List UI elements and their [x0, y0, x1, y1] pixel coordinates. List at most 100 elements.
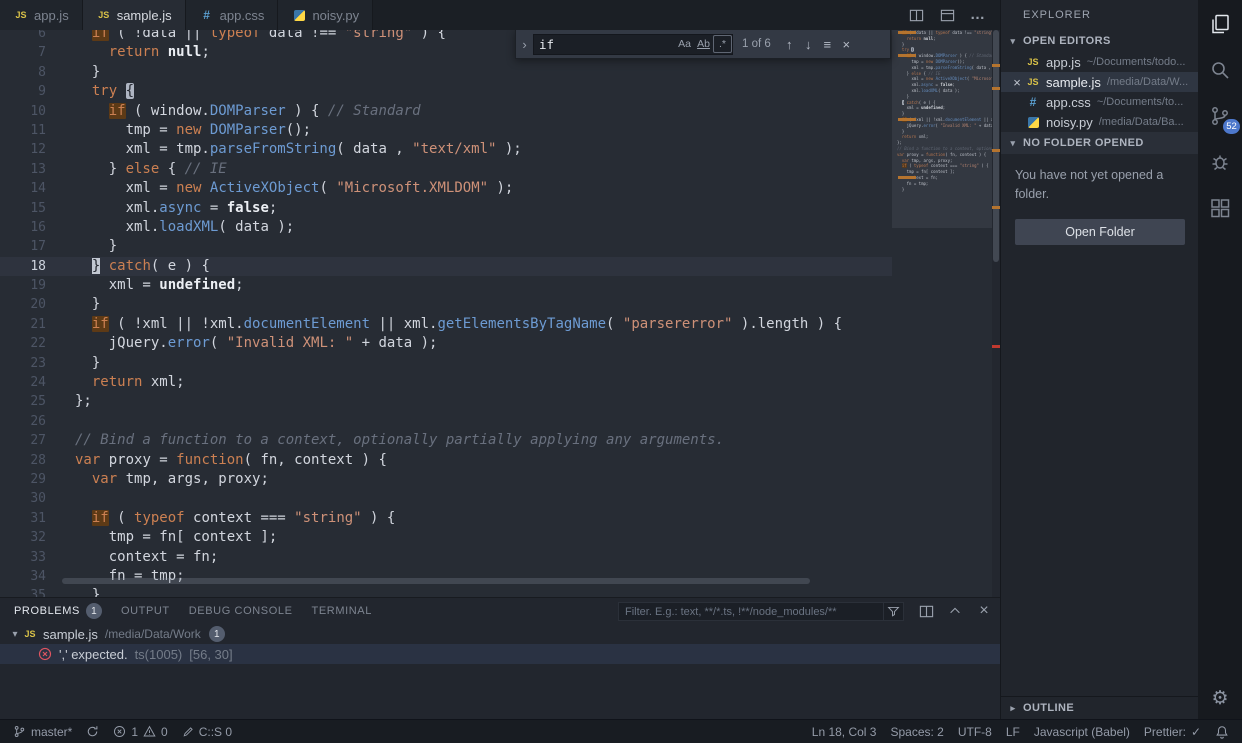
- line-number[interactable]: 27: [0, 431, 62, 450]
- code-line-24[interactable]: 24 return xml;: [0, 373, 892, 392]
- find-input[interactable]: [534, 36, 675, 52]
- horizontal-scrollbar[interactable]: [62, 578, 810, 584]
- code-line-35[interactable]: 35 }: [0, 586, 892, 597]
- open-editor-noisy.py[interactable]: noisy.py/media/Data/Ba...: [1001, 112, 1198, 132]
- tab-app.css[interactable]: # app.css: [185, 0, 279, 30]
- code-line-9[interactable]: 9 try {: [0, 82, 892, 101]
- open-editor-sample.js[interactable]: × JS sample.js/media/Data/W...: [1001, 72, 1198, 92]
- prettier-status[interactable]: Prettier: ✓: [1137, 725, 1208, 739]
- outline-header[interactable]: ▸ OUTLINE: [1001, 697, 1198, 719]
- line-number[interactable]: 21: [0, 315, 62, 334]
- code-line-18[interactable]: 18 } catch( e ) {: [0, 256, 892, 277]
- line-number[interactable]: 28: [0, 451, 62, 470]
- code-line-20[interactable]: 20 }: [0, 295, 892, 314]
- indentation[interactable]: Spaces: 2: [883, 725, 950, 739]
- code-line-27[interactable]: 27// Bind a function to a context, optio…: [0, 431, 892, 450]
- debug-icon[interactable]: [1208, 150, 1232, 174]
- panel-tab-problems[interactable]: PROBLEMS 1: [14, 598, 102, 624]
- line-number[interactable]: 31: [0, 509, 62, 528]
- split-panel-icon[interactable]: [918, 603, 934, 619]
- minimap[interactable]: if ( !data || typeof data !== "string" )…: [892, 30, 992, 597]
- toggle-replace-icon[interactable]: ›: [516, 37, 533, 52]
- line-number[interactable]: 29: [0, 470, 62, 489]
- line-number[interactable]: 34: [0, 567, 62, 586]
- sync-status[interactable]: [79, 720, 106, 743]
- line-number[interactable]: 12: [0, 140, 62, 159]
- line-number[interactable]: 25: [0, 392, 62, 411]
- panel-tab-debug-console[interactable]: DEBUG CONSOLE: [189, 598, 293, 624]
- line-number[interactable]: 8: [0, 63, 62, 82]
- edit-status[interactable]: C::S 0: [175, 720, 239, 743]
- open-editor-app.js[interactable]: JS app.js ~/Documents/todo...: [1001, 52, 1198, 72]
- line-number[interactable]: 17: [0, 237, 62, 256]
- line-number[interactable]: 26: [0, 412, 62, 431]
- line-number[interactable]: 6: [0, 30, 62, 43]
- line-number[interactable]: 11: [0, 121, 62, 140]
- code-line-19[interactable]: 19 xml = undefined;: [0, 276, 892, 295]
- problems-status[interactable]: 1 0: [106, 720, 174, 743]
- regex-icon[interactable]: .*: [713, 35, 732, 53]
- filter-icon[interactable]: [883, 603, 903, 620]
- search-icon[interactable]: [1208, 58, 1232, 82]
- code-line-32[interactable]: 32 tmp = fn[ context ];: [0, 528, 892, 547]
- panel-tab-terminal[interactable]: TERMINAL: [312, 598, 372, 624]
- code-line-23[interactable]: 23 }: [0, 354, 892, 373]
- code-line-31[interactable]: 31 if ( typeof context === "string" ) {: [0, 509, 892, 528]
- line-number[interactable]: 15: [0, 199, 62, 218]
- code-editor[interactable]: 6 if ( !data || typeof data !== "string"…: [0, 30, 1000, 597]
- problems-file-row[interactable]: ▾ JS sample.js/media/Data/Work 1: [0, 624, 1000, 644]
- whole-word-icon[interactable]: Ab: [694, 35, 713, 53]
- line-number[interactable]: 13: [0, 160, 62, 179]
- split-editor-icon[interactable]: [908, 7, 924, 23]
- next-match-icon[interactable]: ↓: [799, 37, 818, 52]
- code-line-29[interactable]: 29 var tmp, args, proxy;: [0, 470, 892, 489]
- code-line-10[interactable]: 10 if ( window.DOMParser ) { // Standard: [0, 102, 892, 121]
- code-line-28[interactable]: 28 var proxy = function( fn, context ) {: [0, 451, 892, 470]
- line-number[interactable]: 22: [0, 334, 62, 353]
- maximize-panel-icon[interactable]: [947, 603, 963, 619]
- panel-tab-output[interactable]: OUTPUT: [121, 598, 170, 624]
- settings-gear-icon[interactable]: ⚙: [1211, 687, 1228, 709]
- line-number[interactable]: 24: [0, 373, 62, 392]
- code-line-14[interactable]: 14 xml = new ActiveXObject( "Microsoft.X…: [0, 179, 892, 198]
- explorer-icon[interactable]: [1208, 12, 1232, 36]
- close-icon[interactable]: ×: [1009, 75, 1025, 90]
- no-folder-header[interactable]: ▾ NO FOLDER OPENED: [1001, 132, 1198, 154]
- open-editors-header[interactable]: ▾ OPEN EDITORS: [1001, 30, 1198, 52]
- code-line-21[interactable]: 21 if ( !xml || !xml.documentElement || …: [0, 315, 892, 334]
- close-panel-icon[interactable]: ×: [976, 602, 992, 619]
- notifications-status[interactable]: [1208, 725, 1236, 739]
- line-number[interactable]: 30: [0, 489, 62, 508]
- line-number[interactable]: 18: [0, 257, 62, 276]
- code-line-22[interactable]: 22 jQuery.error( "Invalid XML: " + data …: [0, 334, 892, 353]
- code-line-16[interactable]: 16 xml.loadXML( data );: [0, 218, 892, 237]
- line-number[interactable]: 35: [0, 586, 62, 597]
- problems-filter-input[interactable]: [619, 605, 883, 618]
- code-line-30[interactable]: 30: [0, 489, 892, 508]
- code-line-13[interactable]: 13 } else { // IE: [0, 160, 892, 179]
- more-actions-icon[interactable]: …: [970, 7, 986, 23]
- previous-match-icon[interactable]: ↑: [780, 37, 799, 52]
- match-case-icon[interactable]: Aa: [675, 35, 694, 53]
- editor-layout-icon[interactable]: [939, 7, 955, 23]
- tab-noisy.py[interactable]: noisy.py: [278, 0, 374, 30]
- tab-app.js[interactable]: JS app.js: [0, 0, 83, 30]
- eol-sequence[interactable]: LF: [999, 725, 1027, 739]
- line-number[interactable]: 10: [0, 102, 62, 121]
- line-number[interactable]: 19: [0, 276, 62, 295]
- find-in-selection-icon[interactable]: ≡: [818, 37, 837, 52]
- cursor-position[interactable]: Ln 18, Col 3: [805, 725, 884, 739]
- encoding[interactable]: UTF-8: [951, 725, 999, 739]
- line-number[interactable]: 16: [0, 218, 62, 237]
- close-find-icon[interactable]: ×: [837, 37, 856, 52]
- code-line-8[interactable]: 8 }: [0, 63, 892, 82]
- code-line-33[interactable]: 33 context = fn;: [0, 548, 892, 567]
- open-folder-button[interactable]: Open Folder: [1015, 218, 1185, 245]
- code-line-17[interactable]: 17 }: [0, 237, 892, 256]
- problem-item[interactable]: ',' expected. ts(1005) [56, 30]: [0, 644, 1000, 664]
- line-number[interactable]: 14: [0, 179, 62, 198]
- line-number[interactable]: 20: [0, 295, 62, 314]
- source-control-icon[interactable]: 52: [1208, 104, 1240, 134]
- line-number[interactable]: 9: [0, 82, 62, 101]
- vertical-scrollbar[interactable]: [992, 30, 1000, 597]
